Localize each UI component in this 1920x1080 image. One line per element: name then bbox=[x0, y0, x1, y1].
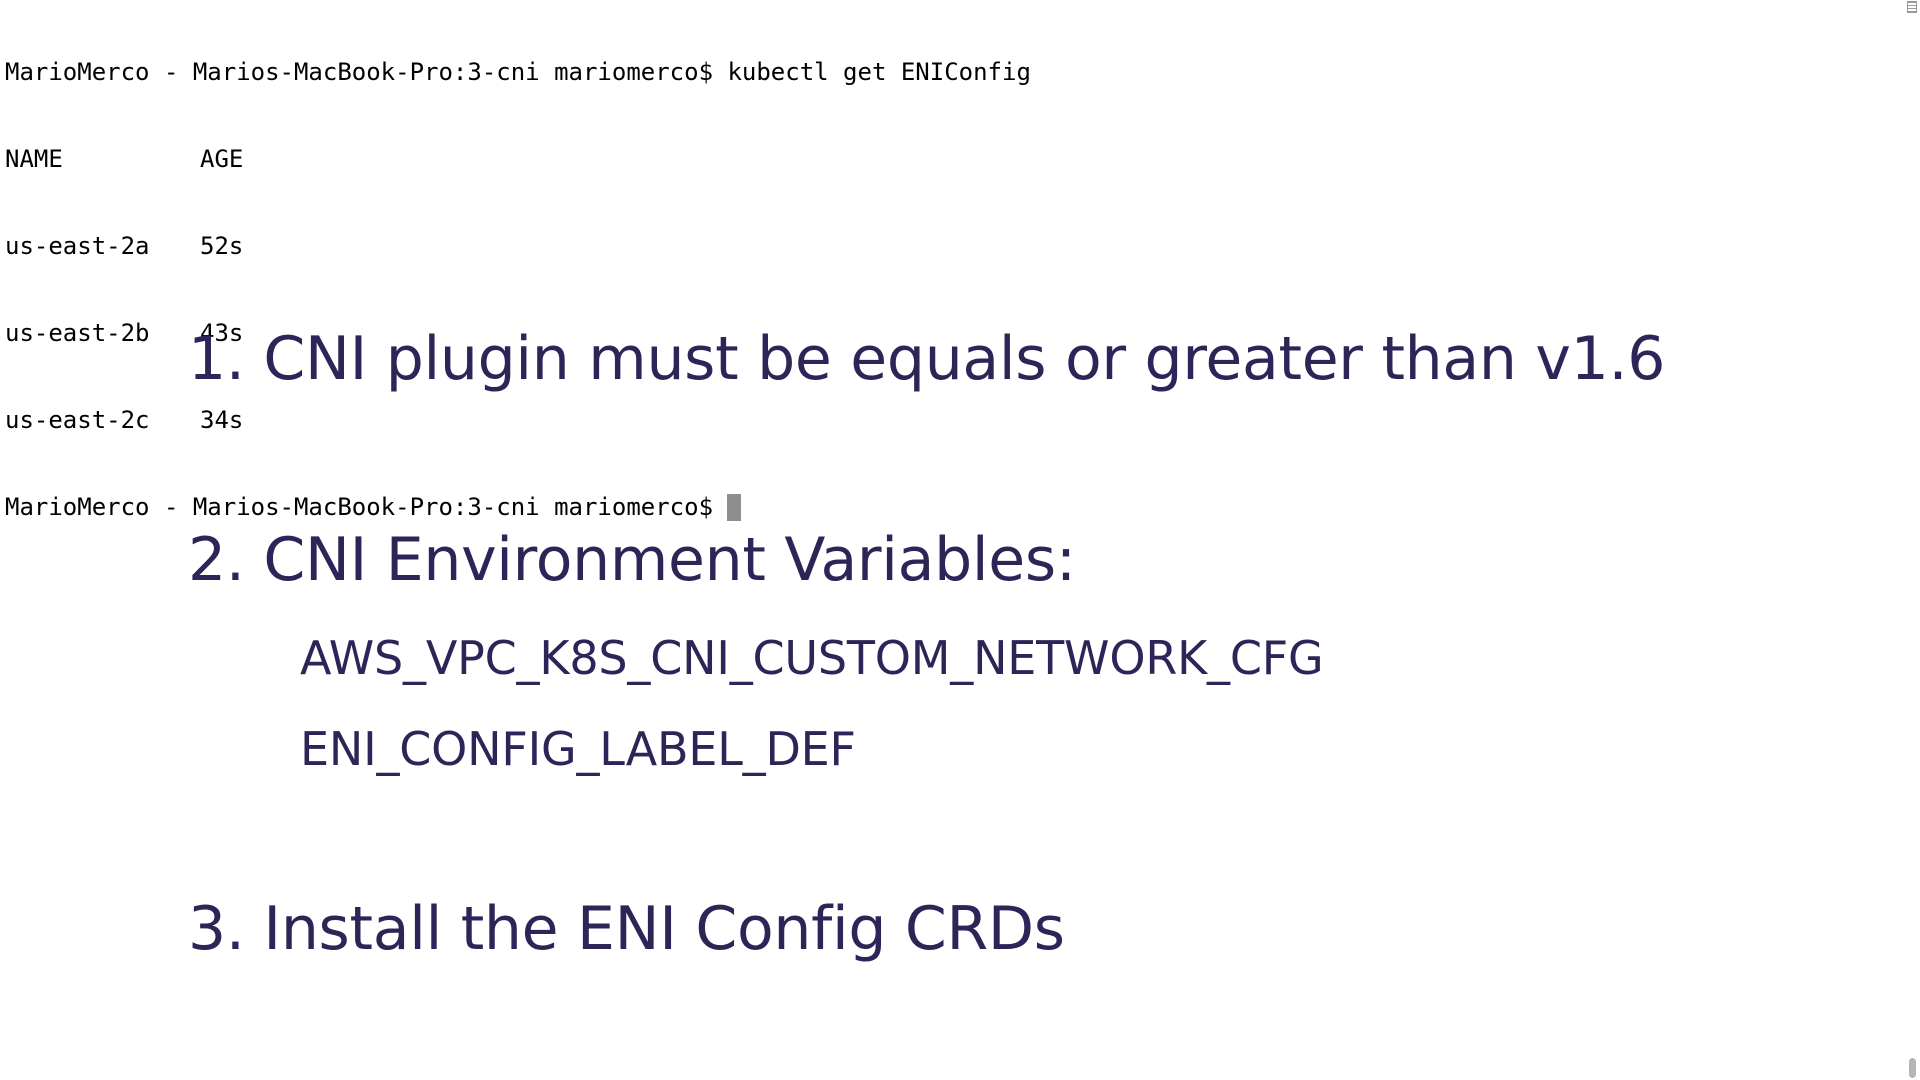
slide-item-1: 1. CNI plugin must be equals or greater … bbox=[188, 324, 1666, 394]
terminal-window[interactable]: MarioMerco - Marios-MacBook-Pro:3-cni ma… bbox=[0, 0, 1920, 1080]
slide-item-2: 2. CNI Environment Variables: bbox=[188, 525, 1076, 595]
slide-item-3: 3. Install the ENI Config CRDs bbox=[188, 894, 1065, 964]
split-pane-icon[interactable] bbox=[1907, 1, 1917, 13]
slide-overlay: 1. CNI plugin must be equals or greater … bbox=[0, 0, 1900, 1080]
vertical-scrollbar[interactable] bbox=[1904, 0, 1920, 1080]
slide-item-2-sub-2: ENI_CONFIG_LABEL_DEF bbox=[300, 722, 856, 776]
scroll-thumb[interactable] bbox=[1909, 1058, 1916, 1078]
slide-item-2-sub-1: AWS_VPC_K8S_CNI_CUSTOM_NETWORK_CFG bbox=[300, 631, 1324, 685]
